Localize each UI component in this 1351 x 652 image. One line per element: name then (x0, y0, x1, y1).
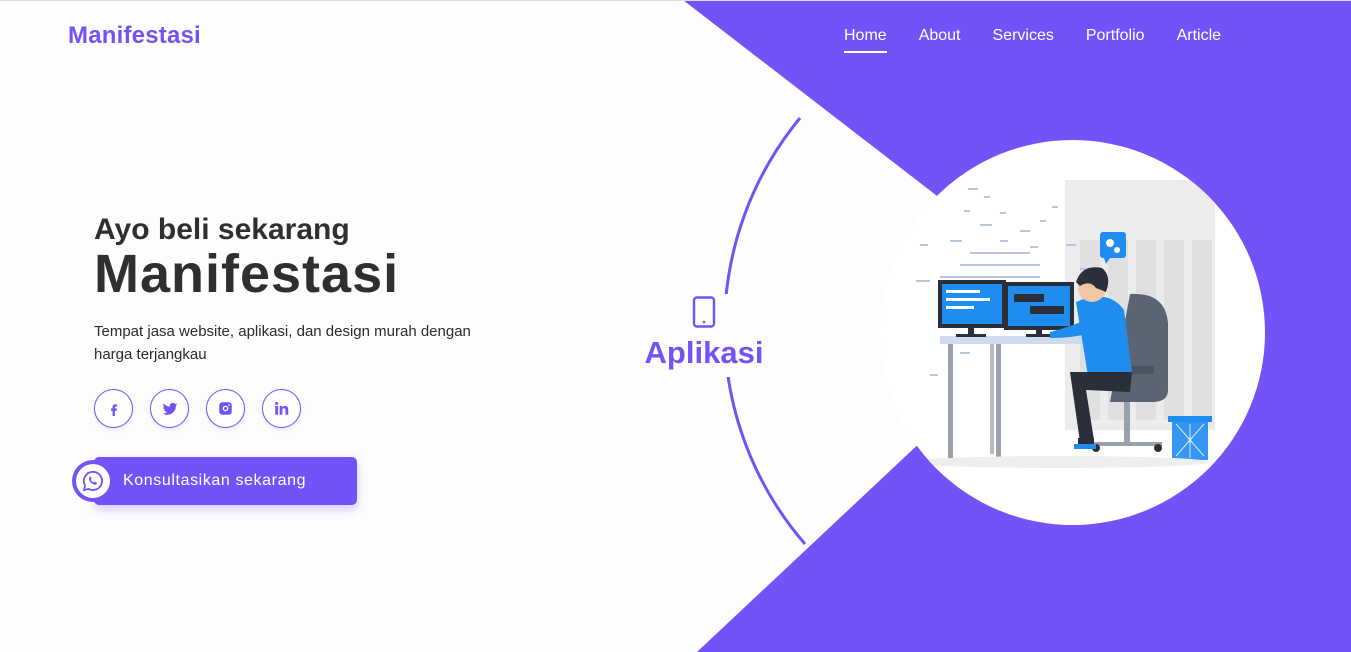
twitter-icon (162, 402, 177, 415)
hero-title: Manifestasi (94, 244, 400, 304)
service-label: Aplikasi (636, 294, 772, 377)
nav-article[interactable]: Article (1177, 27, 1221, 53)
consultation-button[interactable]: Konsultasikan sekarang (94, 457, 357, 505)
whatsapp-icon (82, 470, 103, 492)
top-border (0, 0, 1351, 1)
facebook-icon (110, 403, 117, 416)
main-nav: Home About Services Portfolio Article (844, 27, 1221, 53)
whatsapp-badge[interactable] (72, 460, 114, 502)
instagram-link[interactable] (206, 389, 245, 428)
twitter-link[interactable] (150, 389, 189, 428)
developer-illustration (910, 180, 1215, 468)
site-logo[interactable]: Manifestasi (68, 22, 201, 50)
hero-description: Tempat jasa website, aplikasi, dan desig… (94, 323, 471, 363)
smartphone-icon (692, 296, 716, 328)
linkedin-link[interactable] (262, 389, 301, 428)
social-links (94, 389, 301, 428)
facebook-link[interactable] (94, 389, 133, 428)
nav-about[interactable]: About (919, 27, 961, 53)
nav-home[interactable]: Home (844, 27, 887, 53)
instagram-icon (219, 402, 232, 415)
nav-services[interactable]: Services (993, 27, 1054, 53)
hero-illustration (880, 140, 1265, 525)
hero-subtitle: Ayo beli sekarang (94, 213, 350, 246)
service-label-text: Aplikasi (644, 335, 764, 370)
nav-portfolio[interactable]: Portfolio (1086, 27, 1145, 53)
linkedin-icon (275, 402, 289, 415)
consultation-button-label: Konsultasikan sekarang (123, 472, 307, 489)
